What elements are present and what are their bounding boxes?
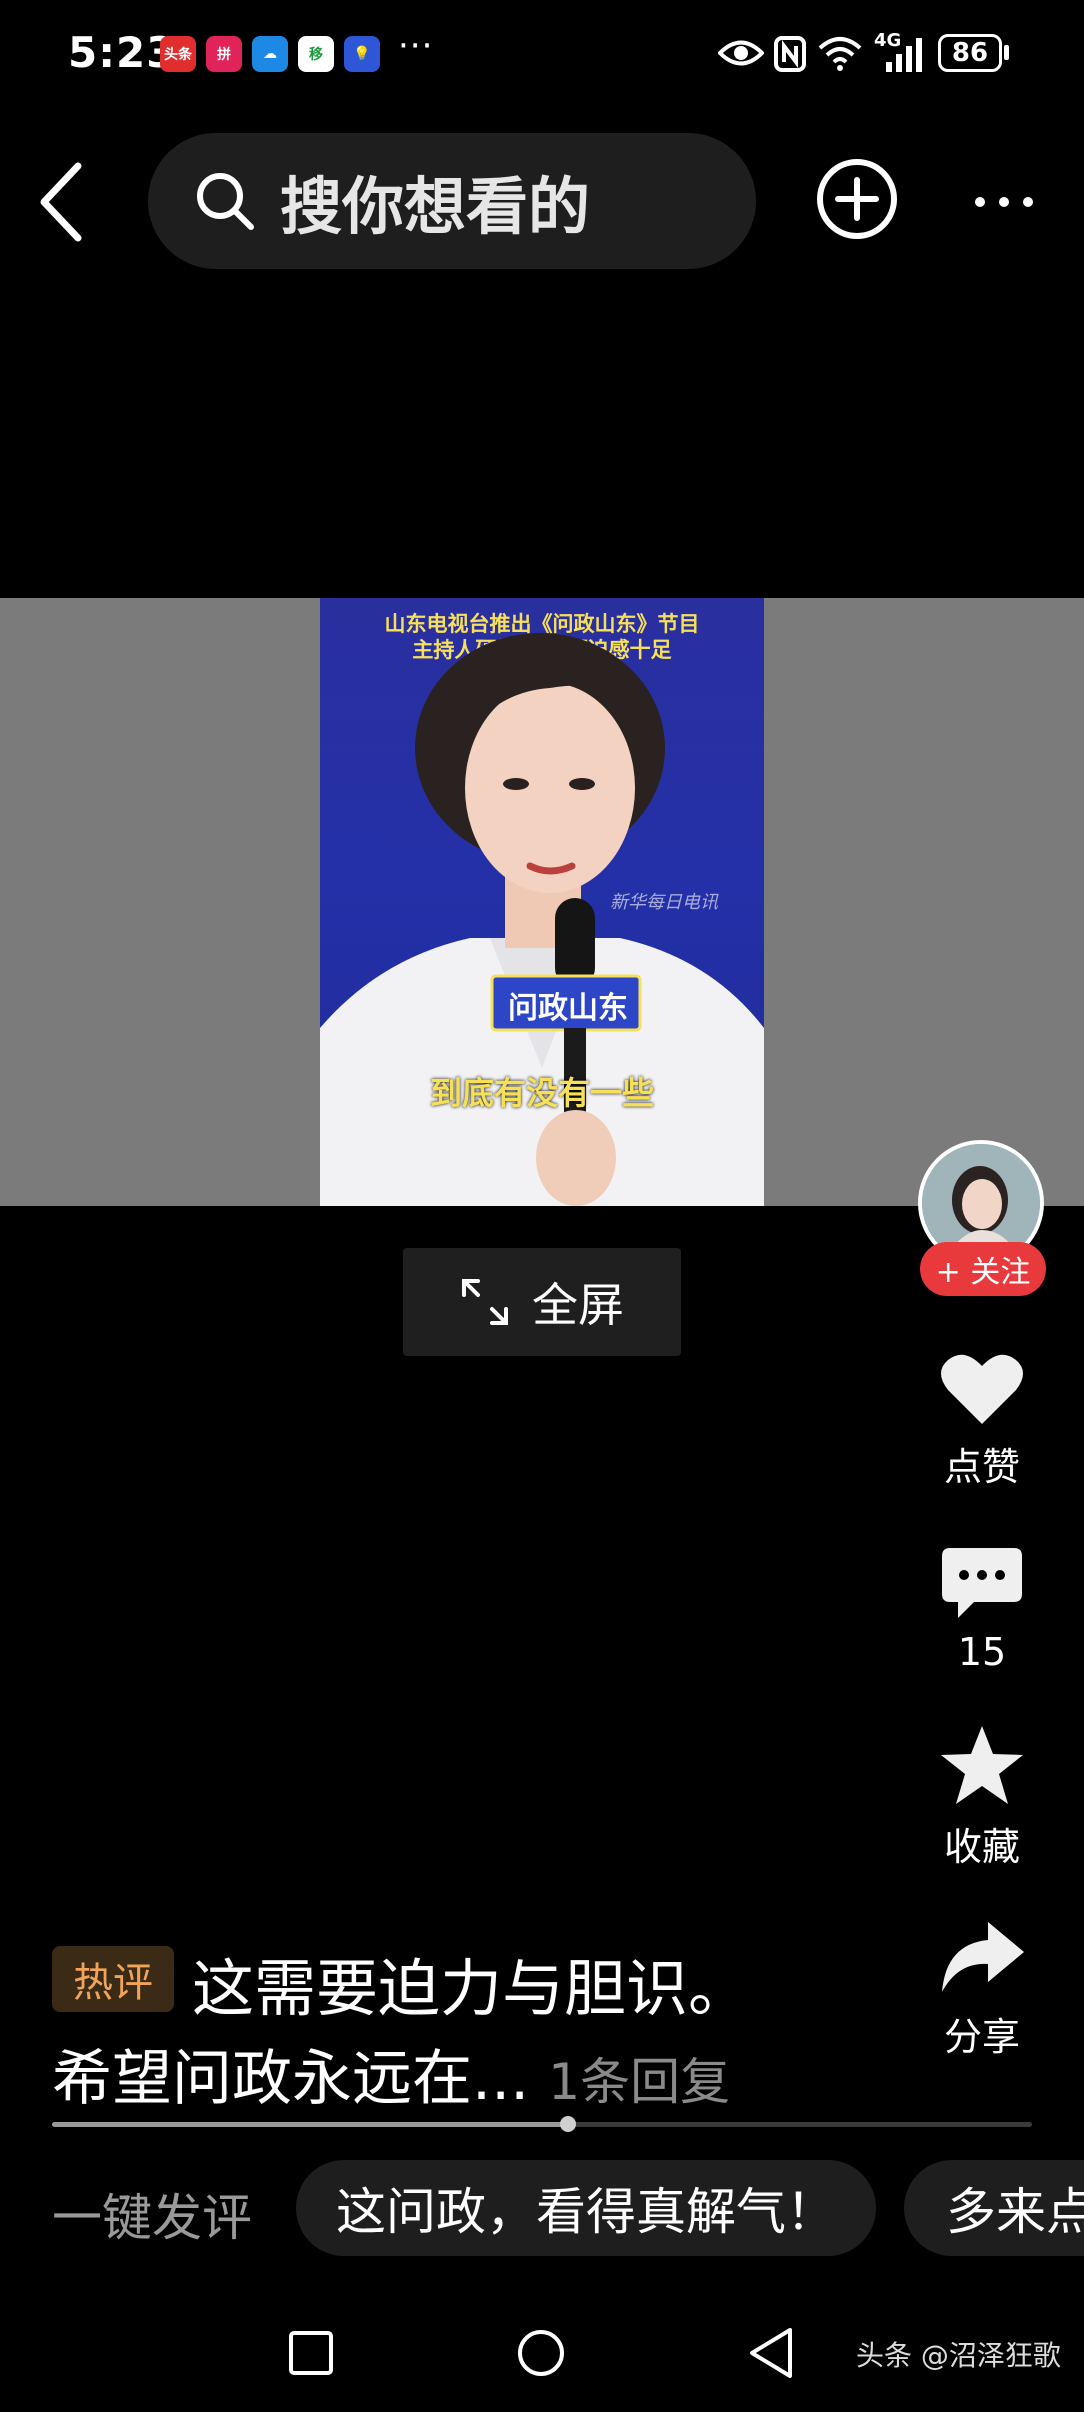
hot-comment-text: 希望问政永远在... — [52, 2044, 530, 2114]
fullscreen-label: 全屏 — [532, 1278, 624, 1332]
add-icon[interactable] — [814, 156, 900, 242]
hot-comment-tag: 热评 — [52, 1946, 174, 2012]
cloud-app-icon: ☁ — [252, 36, 288, 72]
quick-comment-suggestion-2[interactable]: 多来点 — [904, 2160, 1084, 2256]
star-icon — [941, 1726, 1023, 1804]
comment-button[interactable]: 15 — [916, 1546, 1048, 1674]
hot-comment-text-line1[interactable]: 这需要迫力与胆识。 — [192, 1938, 750, 2028]
fullscreen-button[interactable]: 全屏 — [403, 1248, 681, 1356]
search-placeholder: 搜你想看的 — [280, 170, 591, 243]
favorite-label: 收藏 — [943, 1825, 1020, 1869]
mobile-app-icon: 移 — [298, 36, 334, 72]
nav-back-icon[interactable] — [746, 2326, 796, 2380]
video-mic-tag: 问政山东 — [508, 991, 628, 1026]
home-icon[interactable] — [516, 2328, 566, 2378]
search-icon — [197, 173, 254, 230]
toutiao-app-icon: 头条 — [160, 36, 196, 72]
battery-tip — [1004, 45, 1009, 60]
recents-icon[interactable] — [288, 2330, 334, 2376]
favorite-button[interactable]: 收藏 — [916, 1724, 1048, 1871]
heart-icon — [941, 1354, 1023, 1424]
status-more-icon: ··· — [398, 26, 434, 66]
video-frame[interactable]: 山东电视台推出《问政山东》节目 主持人硬核提问 压迫感十足 问政山东 到底有没有… — [320, 598, 764, 1206]
fullscreen-icon — [462, 1279, 508, 1325]
hot-comment-text-line2[interactable]: 希望问政永远在... 1条回复 — [52, 2030, 730, 2117]
share-label: 分享 — [943, 2015, 1020, 2059]
quick-comment-label: 一键发评 — [52, 2189, 252, 2247]
search-input[interactable]: 搜你想看的 — [148, 133, 756, 269]
more-options-icon[interactable] — [972, 190, 1036, 214]
comment-icon — [942, 1548, 1022, 1618]
video-subtitle: 到底有没有一些 — [429, 1074, 654, 1112]
like-button[interactable]: 点赞 — [916, 1350, 1048, 1491]
bulb-app-icon: 💡 — [344, 36, 380, 72]
pinduoduo-app-icon: 拼 — [206, 36, 242, 72]
eye-icon — [718, 40, 764, 66]
comment-count: 15 — [957, 1630, 1007, 1674]
like-label: 点赞 — [943, 1445, 1020, 1489]
suggestion-text: 这问政，看得真解气！ — [336, 2183, 836, 2241]
source-watermark: 头条 @沼泽狂歌 — [856, 2339, 1061, 2372]
suggestion-text: 多来点 — [946, 2183, 1084, 2241]
wifi-icon — [818, 37, 862, 71]
video-watermark: 新华每日电讯 — [610, 892, 718, 913]
signal-icon — [886, 38, 922, 72]
back-icon[interactable] — [36, 160, 86, 244]
progress-handle[interactable] — [560, 2116, 577, 2132]
reply-count[interactable]: 1条回复 — [548, 2053, 730, 2111]
battery-icon: 86 — [938, 34, 1002, 72]
share-icon — [942, 1922, 1024, 1992]
nfc-icon — [774, 36, 806, 72]
quick-comment-suggestion-1[interactable]: 这问政，看得真解气！ — [296, 2160, 876, 2256]
follow-button[interactable]: + 关注 — [920, 1242, 1046, 1296]
share-button[interactable]: 分享 — [916, 1918, 1048, 2061]
progress-fill — [52, 2122, 569, 2127]
